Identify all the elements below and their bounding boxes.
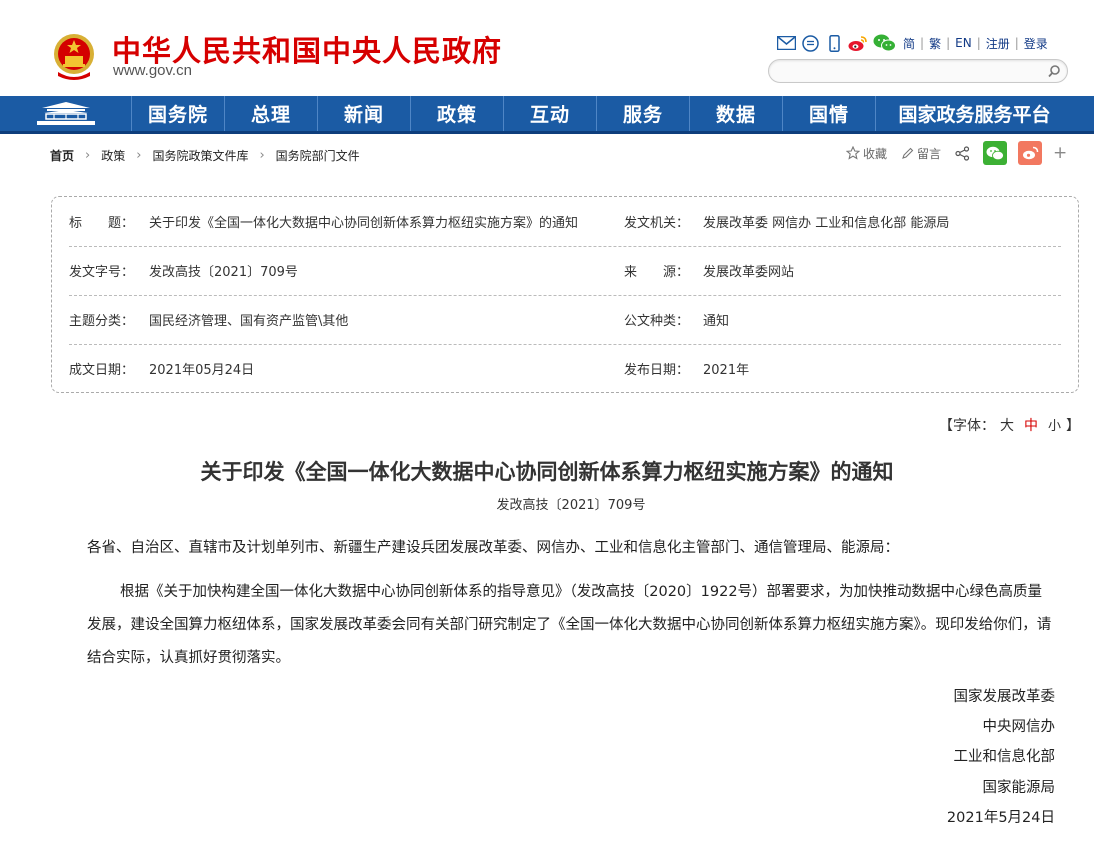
pen-icon	[902, 147, 914, 159]
breadcrumb-department-files[interactable]: 国务院部门文件	[276, 147, 360, 164]
nav-item-policy[interactable]: 政策	[411, 96, 504, 131]
search-icon[interactable]	[1047, 63, 1061, 82]
breadcrumb-home[interactable]: 首页	[50, 147, 74, 164]
breadcrumb-policy-library[interactable]: 国务院政策文件库	[152, 147, 248, 164]
signature-ndrc: 国家发展改革委	[953, 689, 1056, 705]
nav-item-state-council[interactable]: 国务院	[132, 96, 225, 131]
main-nav: 国务院 总理 新闻 政策 互动 服务 数据 国情 国家政务服务平台	[0, 96, 1094, 134]
tiananmen-logo-icon[interactable]	[0, 96, 132, 131]
site-url[interactable]: www.gov.cn	[113, 62, 192, 79]
star-icon	[846, 146, 860, 160]
lang-simplified-link[interactable]: 简	[900, 35, 918, 52]
nav-item-interaction[interactable]: 互动	[504, 96, 597, 131]
chevron-right-icon: ›	[85, 147, 91, 163]
share-icon	[955, 145, 970, 161]
more-share-icon[interactable]: +	[1053, 143, 1067, 163]
share-button[interactable]	[955, 145, 973, 161]
lang-english-link[interactable]: EN	[952, 36, 975, 50]
meta-row: 成文日期： 2021年05月24日 发布日期： 2021年	[69, 344, 1061, 393]
search-input[interactable]	[779, 60, 1043, 82]
signature-miit: 工业和信息化部	[953, 749, 1056, 765]
font-size-switcher: 【字体： 大中小】	[939, 415, 1080, 435]
lang-traditional-link[interactable]: 繁	[926, 35, 944, 52]
wechat-share-icon[interactable]	[983, 141, 1008, 165]
nav-item-news[interactable]: 新闻	[318, 96, 411, 131]
document-number: 发改高技〔2021〕709号	[496, 498, 646, 513]
register-link[interactable]: 注册	[983, 35, 1013, 52]
meta-label: 发文机关：	[624, 216, 690, 231]
meta-source-value: 发展改革委网站	[703, 265, 795, 280]
breadcrumb-policy[interactable]: 政策	[101, 147, 125, 164]
nav-item-national-info[interactable]: 国情	[783, 96, 876, 131]
font-size-bracket: 】	[1066, 418, 1081, 434]
meta-label: 公文种类：	[624, 314, 690, 329]
meta-label: 发布日期：	[624, 363, 690, 378]
wechat-icon[interactable]	[872, 34, 896, 52]
weibo-share-icon[interactable]	[1018, 141, 1043, 165]
meta-written-date-value: 2021年05月24日	[149, 363, 255, 378]
meta-label: 发文字号：	[69, 265, 135, 280]
meta-label: 来 源：	[624, 265, 690, 280]
favorite-button[interactable]: 收藏	[846, 145, 887, 162]
weibo-icon[interactable]	[848, 34, 868, 52]
meta-label: 标 题：	[69, 216, 135, 231]
meta-title-value: 关于印发《全国一体化大数据中心协同创新体系算力枢纽实施方案》的通知	[149, 216, 579, 231]
meta-label: 成文日期：	[69, 363, 135, 378]
meta-doc-type-value: 通知	[703, 314, 730, 329]
comment-label: 留言	[917, 146, 942, 161]
chevron-right-icon: ›	[136, 147, 142, 163]
document-title: 关于印发《全国一体化大数据中心协同创新体系算力枢纽实施方案》的通知	[200, 459, 894, 484]
meta-row: 标 题： 关于印发《全国一体化大数据中心协同创新体系算力枢纽实施方案》的通知 发…	[69, 197, 1061, 247]
separator: |	[946, 36, 951, 50]
font-size-label: 【字体：	[939, 418, 995, 434]
mail-icon[interactable]	[776, 34, 796, 52]
document-salutation: 各省、自治区、直辖市及计划单列市、新疆生产建设兵团发展改革委、网信办、工业和信息…	[87, 540, 899, 556]
breadcrumb: 首页 › 政策 › 国务院政策文件库 › 国务院部门文件	[50, 146, 360, 164]
document-paragraph: 根据《关于加快构建全国一体化大数据中心协同创新体系的指导意见》（发改高技〔202…	[87, 584, 1052, 666]
search-box	[768, 59, 1068, 83]
meta-row: 主题分类： 国民经济管理、国有资产监管\其他 公文种类： 通知	[69, 295, 1061, 345]
document-meta-box: 标 题： 关于印发《全国一体化大数据中心协同创新体系算力枢纽实施方案》的通知 发…	[51, 196, 1079, 393]
meta-issuer-value: 发展改革委 网信办 工业和信息化部 能源局	[703, 216, 950, 231]
meta-topic-value: 国民经济管理、国有资产监管\其他	[149, 314, 349, 329]
font-size-small-button[interactable]: 小	[1048, 419, 1061, 434]
top-links-bar: 简 | 繁 | EN | 注册 | 登录	[776, 33, 1051, 53]
signature-cac: 中央网信办	[982, 719, 1056, 735]
signature-nea: 国家能源局	[982, 780, 1056, 796]
nav-item-premier[interactable]: 总理	[225, 96, 318, 131]
mobile-icon[interactable]	[824, 34, 844, 52]
login-link[interactable]: 登录	[1021, 35, 1051, 52]
meta-publish-date-value: 2021年	[703, 363, 750, 378]
separator: |	[1014, 36, 1019, 50]
font-size-large-button[interactable]: 大	[1000, 418, 1014, 434]
font-size-medium-button[interactable]: 中	[1024, 418, 1038, 434]
national-emblem-icon[interactable]	[50, 32, 98, 82]
meta-label: 主题分类：	[69, 314, 135, 329]
nav-item-gov-service-platform[interactable]: 国家政务服务平台	[876, 96, 1073, 131]
separator: |	[920, 36, 925, 50]
document-date: 2021年5月24日	[946, 810, 1055, 826]
separator: |	[976, 36, 981, 50]
nav-item-data[interactable]: 数据	[690, 96, 783, 131]
page-tools: 收藏 留言 +	[846, 141, 1067, 165]
message-icon[interactable]	[800, 34, 820, 52]
favorite-label: 收藏	[863, 146, 888, 161]
chevron-right-icon: ›	[259, 147, 265, 163]
comment-button[interactable]: 留言	[901, 145, 941, 162]
site-header: 中华人民共和国中央人民政府 www.gov.cn 简 | 繁 | EN | 注册…	[0, 0, 1094, 95]
meta-row: 发文字号： 发改高技〔2021〕709号 来 源： 发展改革委网站	[69, 246, 1061, 296]
meta-doc-number-value: 发改高技〔2021〕709号	[149, 265, 298, 280]
nav-item-services[interactable]: 服务	[597, 96, 690, 131]
